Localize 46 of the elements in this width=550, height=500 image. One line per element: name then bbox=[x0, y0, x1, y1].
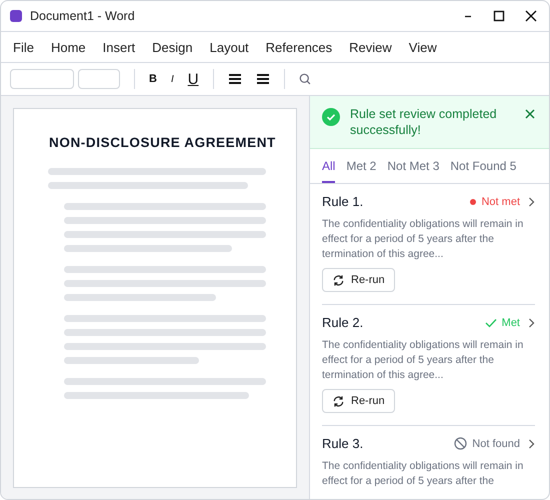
rule-status: Not found bbox=[472, 438, 520, 450]
font-name-field[interactable] bbox=[10, 69, 74, 89]
check-circle-icon bbox=[322, 108, 340, 126]
italic-button[interactable]: I bbox=[170, 74, 174, 84]
font-size-field[interactable] bbox=[78, 69, 120, 89]
underline-button[interactable]: U bbox=[188, 70, 199, 88]
rule-title: Rule 2. bbox=[322, 315, 364, 330]
rerun-button[interactable]: Re-run bbox=[322, 389, 395, 413]
blocked-icon bbox=[454, 437, 468, 450]
app-icon bbox=[10, 10, 22, 22]
rule-description: The confidentiality obligations will remain in effect for a period of 5 years after the bbox=[322, 459, 524, 489]
chevron-right-icon[interactable] bbox=[528, 318, 535, 328]
search-icon[interactable] bbox=[298, 73, 311, 85]
rule-description: The confidentiality obligations will remain in effect for a period of 5 years after the termination of this agree... bbox=[322, 338, 524, 383]
check-icon bbox=[484, 318, 497, 328]
bold-button[interactable]: B bbox=[149, 73, 157, 85]
filter-tab[interactable]: Not Found 5 bbox=[450, 149, 516, 183]
rule-description: The confidentiality obligations will remain in effect for a period of 5 years after the termination of this agree... bbox=[322, 217, 524, 262]
menu-item[interactable]: References bbox=[266, 40, 332, 54]
refresh-icon bbox=[332, 394, 345, 408]
close-icon[interactable] bbox=[525, 10, 537, 22]
banner-message: Rule set review completed successfully! bbox=[350, 106, 498, 138]
menu-item[interactable]: File bbox=[13, 40, 34, 54]
maximize-icon[interactable] bbox=[493, 10, 505, 22]
menu-item[interactable]: Insert bbox=[102, 40, 136, 54]
chevron-right-icon[interactable] bbox=[528, 438, 535, 448]
align-left-icon[interactable] bbox=[228, 73, 242, 85]
rule-status: Not met bbox=[481, 196, 520, 208]
rerun-button[interactable]: Re-run bbox=[322, 268, 395, 292]
rule-status: Met bbox=[502, 316, 520, 328]
rule-title: Rule 3. bbox=[322, 436, 364, 451]
window-title: Document1 - Word bbox=[30, 9, 135, 23]
justify-icon[interactable] bbox=[256, 73, 270, 85]
filter-tab[interactable]: Not Met 3 bbox=[387, 149, 440, 183]
rule-title: Rule 1. bbox=[322, 194, 364, 209]
menu-item[interactable]: Layout bbox=[210, 40, 249, 54]
menu-item[interactable]: Review bbox=[349, 40, 392, 54]
menu-item[interactable]: View bbox=[408, 40, 437, 54]
filter-tab[interactable]: Met 2 bbox=[346, 149, 376, 183]
refresh-icon bbox=[332, 274, 345, 286]
filter-tab[interactable]: All bbox=[322, 149, 336, 183]
menu-item[interactable]: Design bbox=[152, 40, 193, 54]
status-dot-icon bbox=[470, 198, 476, 204]
document-title: NON-DISCLOSURE AGREEMENT bbox=[49, 135, 277, 150]
chevron-right-icon[interactable] bbox=[528, 196, 535, 206]
menu-item[interactable]: Home bbox=[50, 40, 86, 54]
